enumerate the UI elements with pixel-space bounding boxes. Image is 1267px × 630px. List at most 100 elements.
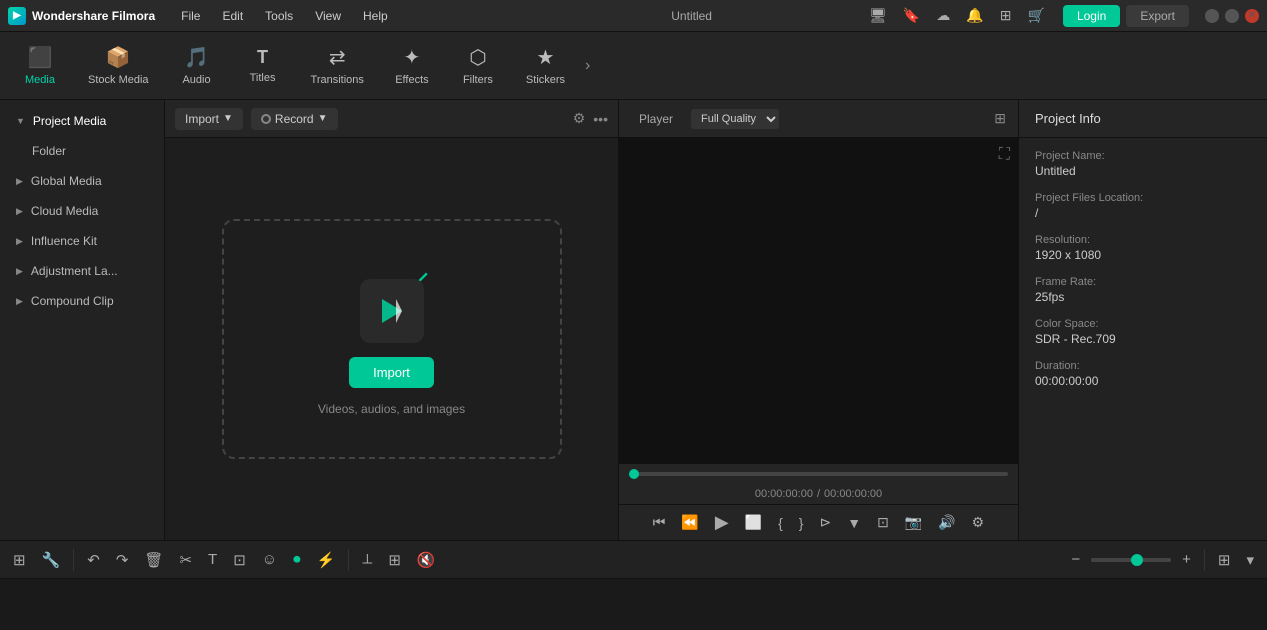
info-row-resolution: Resolution: 1920 x 1080 [1035,234,1251,262]
redo-button[interactable]: ↷ [111,548,134,572]
content-toolbar-right: ⚙ ••• [573,110,608,127]
group-button[interactable]: ⊞ [383,548,406,572]
subtitles-button[interactable]: ⊡ [872,511,894,534]
mark-out-button[interactable]: } [794,512,809,534]
toolbar-titles[interactable]: T Titles [231,39,295,92]
sidebar-item-project-media[interactable]: ▼ Project Media [4,107,160,135]
settings-ctrl-button[interactable]: ⚙ [967,511,990,534]
timeline-thumb [629,469,639,479]
import-dropdown-icon[interactable]: ▼ [223,113,233,124]
record-dropdown-icon[interactable]: ▼ [318,113,328,124]
player-tab[interactable]: Player [631,108,681,130]
toolbar-expand-arrow[interactable]: › [581,53,594,79]
cloud-upload-icon[interactable]: ☁ [932,5,954,26]
crop-button[interactable]: ⊡ [228,548,251,572]
snapshot-button[interactable]: ⬜ [740,511,767,534]
sidebar-label-project-media: Project Media [33,114,106,128]
quality-select[interactable]: Full Quality 1/2 Quality 1/4 Quality [691,109,779,129]
sidebar-item-global-media[interactable]: ▶ Global Media [4,167,160,195]
text-button[interactable]: T [203,548,222,571]
player-controls: ⏮ ⏪ ▶ ⬜ { } ⊳ ▼ ⊡ 📷 🔊 ⚙ [619,504,1018,540]
fullscreen-icon[interactable]: ⛶ [999,146,1010,164]
menu-tools[interactable]: Tools [255,5,303,27]
delete-button[interactable]: 🗑 [139,548,168,572]
more-options-button[interactable]: ▾ [1241,548,1259,572]
cart-icon[interactable]: 🛒 [1024,5,1049,26]
filter-icon[interactable]: ⚙ [573,110,586,127]
emoji-button[interactable]: ☺ [257,548,282,571]
timeline-track[interactable] [629,472,1008,476]
close-button[interactable]: ✕ [1245,9,1259,23]
menu-file[interactable]: File [171,5,210,27]
info-value-duration: 00:00:00:00 [1035,374,1251,388]
player-timeline[interactable] [619,464,1018,484]
skip-back-button[interactable]: ⏮ [648,511,671,534]
undo-button[interactable]: ↶ [82,548,105,572]
bell-icon[interactable]: 🔔 [962,5,987,26]
menu-view[interactable]: View [305,5,351,27]
tl-separator-2 [348,549,349,571]
info-value-name: Untitled [1035,164,1251,178]
minimize-button[interactable]: ─ [1205,9,1219,23]
toolbar-filters[interactable]: ⬡ Filters [446,37,510,94]
toolbar-stock-media[interactable]: 📦 Stock Media [74,37,163,94]
titlebar-icons: 🖥 🔖 ☁ 🔔 ⊞ 🛒 [865,5,1049,26]
login-button[interactable]: Login [1063,5,1120,27]
add-to-timeline-button[interactable]: ⊳ [814,511,836,534]
record-button[interactable]: Record ▼ [251,108,338,130]
split-button[interactable]: ⟂ [357,548,377,571]
info-row-framerate: Frame Rate: 25fps [1035,276,1251,304]
arrow-icon: ▶ [16,266,23,277]
toolbar-media-label: Media [25,74,55,86]
toolbar-stickers[interactable]: ★ Stickers [512,37,579,94]
sidebar-item-compound-clip[interactable]: ▶ Compound Clip [4,287,160,315]
import-drop-zone[interactable]: ↙ Import Videos, audios, and images [222,219,562,459]
sidebar-item-influence-kit[interactable]: ▶ Influence Kit [4,227,160,255]
time-separator: / [817,488,820,500]
cut-button[interactable]: ✂ [174,548,197,572]
grid-icon[interactable]: ⊞ [996,5,1016,26]
import-button[interactable]: Import ▼ [175,108,243,130]
add-dropdown-button[interactable]: ▼ [842,512,866,534]
toolbar-audio[interactable]: 🎵 Audio [165,37,229,94]
mute-button[interactable]: 🔇 [412,548,441,572]
zoom-in-button[interactable]: + [1177,548,1196,571]
monitor-icon[interactable]: 🖥 [865,5,891,26]
frame-back-button[interactable]: ⏪ [676,511,703,534]
content-toolbar: Import ▼ Record ▼ ⚙ ••• [165,100,618,138]
toolbar-audio-label: Audio [182,74,210,86]
zoom-thumb [1131,554,1143,566]
stickers-icon: ★ [537,45,555,70]
bookmark-icon[interactable]: 🔖 [899,5,924,26]
sidebar-item-cloud-media[interactable]: ▶ Cloud Media [4,197,160,225]
ai-tools-button[interactable]: ⚡ [312,548,341,572]
add-track-button[interactable]: ⊞ [8,548,31,572]
menu-help[interactable]: Help [353,5,398,27]
zoom-track[interactable] [1091,558,1171,562]
sidebar-item-folder[interactable]: Folder [4,137,160,165]
maximize-button[interactable]: □ [1225,9,1239,23]
menu-edit[interactable]: Edit [212,5,253,27]
app-name: Wondershare Filmora [32,9,155,23]
mark-in-button[interactable]: { [773,512,788,534]
audio-icon: 🎵 [184,45,209,70]
screenshot-icon[interactable]: ⊞ [994,110,1006,126]
import-label: Import [185,112,219,126]
zoom-out-button[interactable]: − [1066,548,1085,571]
audio-button[interactable]: 🔊 [933,511,960,534]
toolbar-stock-media-label: Stock Media [88,74,149,86]
magnetic-button[interactable]: 🔧 [37,548,66,572]
screenshot-ctrl-button[interactable]: 📷 [900,511,927,534]
import-main-button[interactable]: Import [349,357,434,388]
play-button[interactable]: ▶ [710,509,734,536]
record-tl-button[interactable]: ⏺ [288,548,306,571]
toolbar-effects[interactable]: ✦ Effects [380,37,444,94]
export-button[interactable]: Export [1126,5,1189,27]
toolbar-transitions[interactable]: ⇄ Transitions [297,37,378,94]
more-icon[interactable]: ••• [593,111,608,127]
sidebar-label-adjustment-layers: Adjustment La... [31,264,118,278]
player-times: 00:00:00:00 / 00:00:00:00 [619,484,1018,504]
toolbar-media[interactable]: ⬛ Media [8,37,72,94]
grid-view-button[interactable]: ⊞ [1213,548,1236,572]
sidebar-item-adjustment-layers[interactable]: ▶ Adjustment La... [4,257,160,285]
